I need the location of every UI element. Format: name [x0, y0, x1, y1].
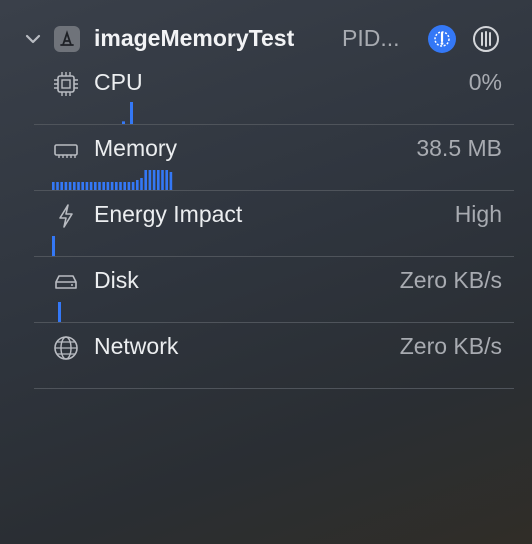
graph-bar — [157, 170, 160, 190]
graph-bar — [102, 182, 105, 190]
app-icon — [54, 26, 80, 52]
gauge-row-network[interactable]: Network Zero KB/s — [0, 322, 532, 388]
graph-bar — [152, 170, 156, 190]
graph-bar — [52, 182, 55, 190]
graph-bar — [144, 170, 147, 190]
cpu-usage-graph — [122, 102, 133, 124]
process-header[interactable]: imageMemoryTest PID... — [0, 18, 532, 60]
graph-bar — [119, 182, 122, 190]
threads-icon[interactable] — [472, 25, 500, 53]
globe-network-icon — [52, 334, 80, 362]
graph-bar — [115, 182, 118, 190]
graph-bar — [98, 182, 101, 190]
process-pid: PID... — [342, 25, 400, 51]
gauge-row-energy[interactable]: Energy Impact High — [0, 190, 532, 256]
memory-module-icon — [52, 136, 80, 164]
gauge-value: 38.5 MB — [416, 135, 502, 161]
graph-bar — [64, 182, 68, 190]
graph-bar — [77, 182, 80, 190]
energy-impact-graph — [52, 236, 55, 256]
lightning-bolt-icon — [52, 202, 80, 230]
graph-bar — [94, 182, 97, 190]
graph-bar — [165, 170, 168, 190]
cpu-chip-icon — [52, 70, 80, 98]
gauge-row-cpu[interactable]: CPU 0% — [0, 58, 532, 124]
graph-bar — [136, 180, 139, 190]
graph-bar — [148, 170, 152, 190]
gauge-value: High — [454, 201, 502, 227]
divider — [34, 388, 514, 389]
graph-bar — [127, 182, 131, 190]
disk-usage-graph — [58, 302, 61, 322]
graph-bar — [110, 182, 114, 190]
graph-bar — [60, 182, 63, 190]
gauge-label: Disk — [94, 267, 139, 293]
disk-drive-icon — [52, 268, 80, 296]
memory-usage-graph — [52, 170, 173, 190]
debug-gauge-button[interactable] — [428, 25, 456, 53]
gauge-label: CPU — [94, 69, 143, 95]
gauge-row-disk[interactable]: Disk Zero KB/s — [0, 256, 532, 322]
graph-bar — [68, 182, 72, 190]
gauge-label: Energy Impact — [94, 201, 243, 227]
graph-bar — [89, 182, 93, 190]
gauge-value: 0% — [468, 69, 502, 95]
gauge-value: Zero KB/s — [399, 333, 502, 359]
gauge-label: Network — [94, 333, 179, 359]
graph-bar — [131, 182, 135, 190]
graph-bar — [81, 182, 84, 190]
graph-bar — [52, 236, 55, 256]
graph-bar — [56, 182, 59, 190]
graph-bar — [130, 102, 133, 124]
chevron-down-icon[interactable] — [25, 31, 41, 47]
graph-bar — [161, 170, 164, 190]
graph-bar — [85, 182, 89, 190]
graph-bar — [140, 178, 143, 190]
graph-bar — [169, 172, 173, 190]
graph-bar — [58, 302, 61, 322]
graph-bar — [106, 182, 110, 190]
graph-bar — [73, 182, 76, 190]
graph-bar — [123, 182, 126, 190]
network-usage-graph — [52, 366, 252, 388]
gauge-row-memory[interactable]: Memory 38.5 MB — [0, 124, 532, 190]
gauge-value: Zero KB/s — [399, 267, 502, 293]
gauge-label: Memory — [94, 135, 178, 161]
process-name: imageMemoryTest — [94, 25, 295, 51]
